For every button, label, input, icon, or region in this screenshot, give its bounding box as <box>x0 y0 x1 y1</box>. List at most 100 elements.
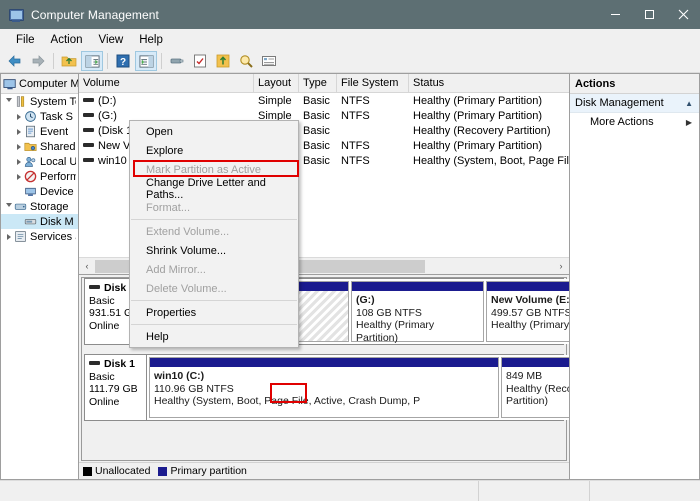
partition[interactable]: New Volume (E:)499.57 GB NTFSHealthy (Pr… <box>486 281 569 342</box>
tree-item-system-to[interactable]: System To <box>1 94 78 109</box>
rescan-disks-icon[interactable] <box>189 51 211 71</box>
up-folder-icon[interactable] <box>58 51 80 71</box>
tree-item-label: Device <box>40 186 74 198</box>
context-menu-item-shrink-volume[interactable]: Shrink Volume... <box>130 241 298 260</box>
maximize-button[interactable] <box>632 0 666 29</box>
actions-section-disk-management[interactable]: Disk Management ▲ <box>570 94 699 113</box>
task-scheduler-icon <box>24 110 38 124</box>
partition[interactable]: win10 (C:)110.96 GB NTFSHealthy (System,… <box>149 357 499 418</box>
list-view-icon[interactable] <box>258 51 280 71</box>
tree-item-task-s[interactable]: Task S <box>1 109 78 124</box>
disk-row-disk-1[interactable]: Disk 1Basic111.79 GBOnlinewin10 (C:)110.… <box>84 354 564 421</box>
partition-name: (G:) <box>356 294 479 307</box>
disk-size: 111.79 GB <box>89 383 142 396</box>
computer-management-window: Computer Management File Action View Hel… <box>0 0 700 501</box>
title-bar: Computer Management <box>0 0 700 29</box>
column-header-layout[interactable]: Layout <box>254 74 299 92</box>
tree-item-shared[interactable]: Shared <box>1 139 78 154</box>
column-header-volume[interactable]: Volume <box>79 74 254 92</box>
tree-items: System To Task SEventShared Local U Perform… <box>1 94 78 244</box>
close-button[interactable] <box>666 0 700 29</box>
device-manager-icon <box>24 185 38 199</box>
svg-text:?: ? <box>120 57 126 68</box>
chevron-down-icon[interactable] <box>3 203 14 210</box>
actions-item-more-actions[interactable]: More Actions ▶ <box>570 113 699 131</box>
window-controls <box>598 0 700 29</box>
actions-item-label: More Actions <box>590 116 654 128</box>
legend-entry: Primary partition <box>158 465 246 477</box>
disk-management-icon <box>24 215 38 229</box>
search-icon[interactable] <box>235 51 257 71</box>
context-menu-separator <box>131 219 297 220</box>
legend-label: Unallocated <box>95 465 150 477</box>
cell-volume: (D:) <box>79 95 254 107</box>
toolbar: ? <box>0 50 700 73</box>
scroll-left-button[interactable]: ‹ <box>79 259 95 274</box>
legend-swatch <box>158 467 167 476</box>
tree-item-label: Local U <box>40 156 76 168</box>
show-hide-console-tree-icon[interactable] <box>81 51 103 71</box>
tree-item-label: Services a <box>30 231 76 243</box>
partition[interactable]: (G:)108 GB NTFSHealthy (Primary Partitio… <box>351 281 484 342</box>
show-hide-action-pane-icon[interactable] <box>135 51 157 71</box>
scroll-right-button[interactable]: › <box>553 259 569 274</box>
chevron-right-icon[interactable] <box>13 174 24 180</box>
help-icon[interactable]: ? <box>112 51 134 71</box>
volume-icon <box>83 158 94 162</box>
tree-item-perform[interactable]: Perform <box>1 169 78 184</box>
services-applications-icon <box>14 230 28 244</box>
chevron-right-icon[interactable] <box>13 144 24 150</box>
tree-item-disk-m[interactable]: Disk M <box>1 214 78 229</box>
menu-action[interactable]: Action <box>43 32 91 48</box>
properties-icon[interactable] <box>166 51 188 71</box>
tree-item-event[interactable]: Event <box>1 124 78 139</box>
tree-header-label: Computer Ma <box>19 78 78 90</box>
cell-fs: NTFS <box>337 110 409 122</box>
tree-item-services-a[interactable]: Services a <box>1 229 78 244</box>
partition-size: 110.96 GB NTFS <box>154 383 494 396</box>
partition[interactable]: 849 MBHealthy (Recovery Partition) <box>501 357 569 418</box>
context-menu-item-help[interactable]: Help <box>130 327 298 346</box>
partition-body: New Volume (E:)499.57 GB NTFSHealthy (Pr… <box>487 291 569 341</box>
status-cell-2 <box>479 481 590 501</box>
disk-icon <box>89 361 100 365</box>
menu-view[interactable]: View <box>91 32 132 48</box>
console-tree-pane: Computer Ma System To Task SEventShared Lo… <box>0 73 78 480</box>
chevron-right-icon[interactable] <box>3 234 14 240</box>
disk-name: Disk 1 <box>104 358 135 371</box>
back-icon[interactable] <box>4 51 26 71</box>
column-header-file-system[interactable]: File System <box>337 74 409 92</box>
cell-fs: NTFS <box>337 155 409 167</box>
tree-item-label: Disk M <box>40 216 74 228</box>
forward-icon[interactable] <box>27 51 49 71</box>
disk-partitions: win10 (C:)110.96 GB NTFSHealthy (System,… <box>147 355 569 420</box>
context-menu-item-properties[interactable]: Properties <box>130 303 298 322</box>
column-header-status[interactable]: Status <box>409 74 569 92</box>
volume-icon <box>83 128 94 132</box>
chevron-right-icon[interactable] <box>13 129 24 135</box>
context-menu-item-explore[interactable]: Explore <box>130 141 298 160</box>
minimize-button[interactable] <box>598 0 632 29</box>
chevron-right-icon[interactable] <box>13 159 24 165</box>
chevron-down-icon[interactable] <box>3 98 14 105</box>
menu-file[interactable]: File <box>8 32 43 48</box>
tree-item-label: Perform <box>40 171 76 183</box>
context-menu-item-add-mirror: Add Mirror... <box>130 260 298 279</box>
cell-type: Basic <box>299 155 337 167</box>
cell-type: Basic <box>299 95 337 107</box>
table-row[interactable]: (D:)SimpleBasicNTFSHealthy (Primary Part… <box>79 93 569 108</box>
tree-item-device[interactable]: Device <box>1 184 78 199</box>
tree-item-local-u[interactable]: Local U <box>1 154 78 169</box>
chevron-right-icon[interactable] <box>13 114 24 120</box>
collapse-icon[interactable]: ▲ <box>685 99 693 108</box>
column-header-type[interactable]: Type <box>299 74 337 92</box>
context-menu-item-open[interactable]: Open <box>130 122 298 141</box>
partition-body: (G:)108 GB NTFSHealthy (Primary Partitio… <box>352 291 483 347</box>
menu-help[interactable]: Help <box>131 32 171 48</box>
tree-item-label: Task S <box>40 111 73 123</box>
partition-status: Healthy (System, Boot, Page File, Active… <box>154 395 494 408</box>
export-list-icon[interactable] <box>212 51 234 71</box>
tree-item-storage[interactable]: Storage <box>1 199 78 214</box>
disk-name-line: Disk 1 <box>89 358 142 371</box>
context-menu-item-change-drive-letter-and-paths[interactable]: Change Drive Letter and Paths... <box>130 179 298 198</box>
